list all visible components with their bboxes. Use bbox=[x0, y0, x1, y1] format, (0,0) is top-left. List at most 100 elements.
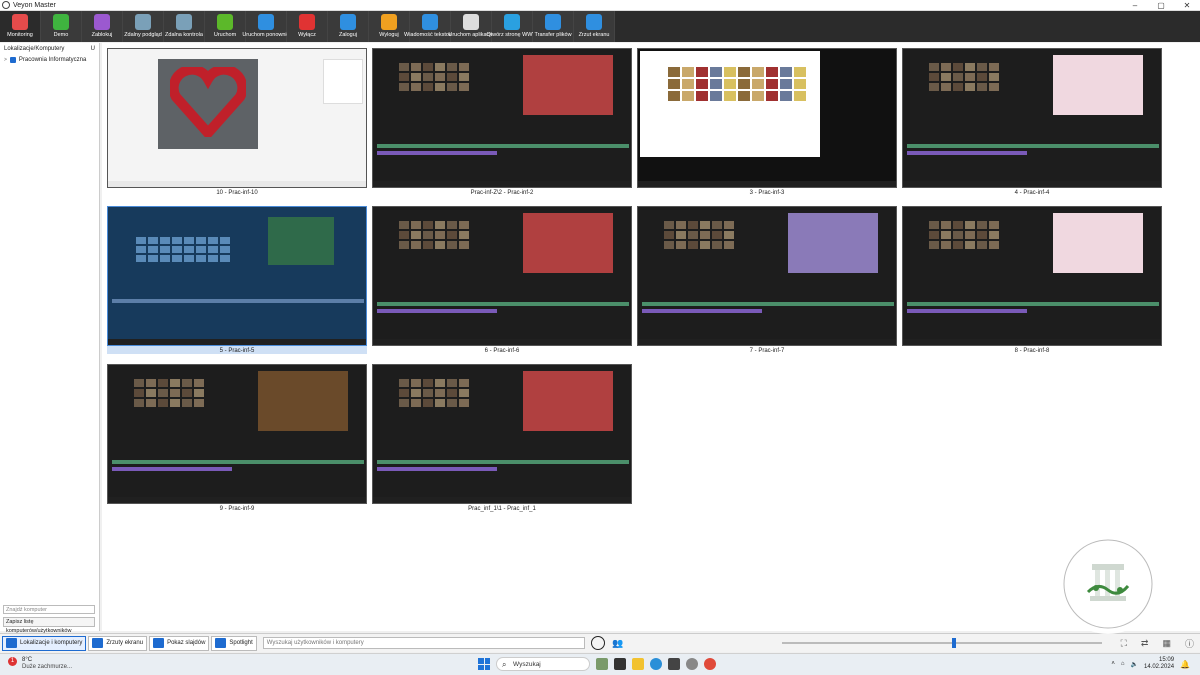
computer-grid: 10 - Prac-inf-10 Prac-inf-Z\2 - Prac-inf-… bbox=[102, 43, 1200, 631]
computer-tile[interactable]: Prac-inf-Z\2 - Prac-inf-2 bbox=[372, 48, 632, 196]
computer-tile[interactable]: 6 - Prac-inf-6 bbox=[372, 206, 632, 354]
lock-icon bbox=[94, 14, 110, 30]
toolbar-button-remote-view[interactable]: Zdalny podgląd bbox=[123, 11, 164, 42]
veyon-taskbar-icon[interactable] bbox=[686, 658, 698, 670]
screenshots-button[interactable]: Zrzuty ekranu bbox=[88, 635, 148, 651]
store-icon[interactable] bbox=[668, 658, 680, 670]
screenshots-label: Zrzuty ekranu bbox=[106, 640, 144, 646]
taskbar-search[interactable]: Wyszukaj bbox=[496, 657, 590, 671]
toolbar-button-label: Uruchom ponownie bbox=[242, 32, 290, 38]
computer-screen-preview[interactable] bbox=[902, 48, 1162, 188]
chrome-icon[interactable] bbox=[704, 658, 716, 670]
arrange-icon[interactable]: ⇄ bbox=[1141, 638, 1149, 649]
zoom-slider-handle[interactable] bbox=[952, 638, 956, 648]
find-computer-input[interactable]: Znajdź komputer bbox=[3, 605, 95, 614]
computer-tile[interactable]: 9 - Prac-inf-9 bbox=[107, 364, 367, 512]
toolbar-button-lock[interactable]: Zablokuj bbox=[82, 11, 123, 42]
weather-widget[interactable]: 1 8°C Duże zachmurze... bbox=[8, 657, 72, 671]
spotlight-button[interactable]: Spotlight bbox=[211, 635, 257, 651]
edge-icon[interactable] bbox=[650, 658, 662, 670]
sidebar-header: Lokalizacje/Komputery U bbox=[0, 43, 99, 55]
file-explorer-icon[interactable] bbox=[632, 658, 644, 670]
toolbar-button-monitoring[interactable]: Monitoring bbox=[0, 11, 41, 42]
slideshow-button[interactable]: Pokaz slajdów bbox=[149, 635, 210, 651]
volume-icon[interactable]: 🔈 bbox=[1131, 661, 1138, 668]
fit-view-icon[interactable]: ⛶ bbox=[1121, 638, 1127, 649]
chevron-right-icon[interactable]: > bbox=[4, 57, 7, 63]
computer-screen-preview[interactable] bbox=[372, 364, 632, 504]
toolbar-button-screenshot[interactable]: Zrzut ekranu bbox=[574, 11, 615, 42]
toolbar-button-login[interactable]: Zaloguj bbox=[328, 11, 369, 42]
toolbar-button-reboot[interactable]: Uruchom ponownie bbox=[242, 11, 290, 42]
checkbox-checked-icon[interactable] bbox=[9, 57, 16, 63]
computer-name: 10 - Prac-inf-10 bbox=[216, 190, 258, 196]
zoom-slider[interactable] bbox=[782, 638, 1102, 648]
computer-tile[interactable]: 5 - Prac-inf-5 bbox=[107, 206, 367, 354]
bottom-bar: Lokalizacje i komputery Zrzuty ekranu Po… bbox=[0, 633, 1200, 652]
computer-tile[interactable]: 4 - Prac-inf-4 bbox=[902, 48, 1162, 196]
notification-bell-icon[interactable]: 🔔 bbox=[1180, 660, 1190, 669]
toolbar-button-website[interactable]: Otwórz stronę WWW bbox=[486, 11, 538, 42]
computer-tile[interactable]: 10 - Prac-inf-10 bbox=[107, 48, 367, 196]
chevron-up-icon[interactable]: ˄ bbox=[1111, 661, 1115, 667]
slideshow-icon bbox=[153, 638, 165, 648]
website-icon bbox=[504, 14, 520, 30]
title-bar: Veyon Master – ▢ ✕ bbox=[0, 0, 1200, 11]
locations-computers-button[interactable]: Lokalizacje i komputery bbox=[2, 635, 87, 651]
close-button[interactable]: ✕ bbox=[1174, 0, 1200, 11]
logout-icon bbox=[381, 14, 397, 30]
run-app-icon bbox=[463, 14, 479, 30]
locations-computers-label: Lokalizacje i komputery bbox=[20, 640, 83, 646]
task-view-icon[interactable] bbox=[614, 658, 626, 670]
culture-center-watermark bbox=[1058, 534, 1158, 634]
monitor-icon bbox=[6, 638, 17, 648]
login-icon bbox=[340, 14, 356, 30]
computer-tile[interactable]: 3 - Prac-inf-3 bbox=[637, 48, 897, 196]
computer-tile[interactable]: 8 - Prac-inf-8 bbox=[902, 206, 1162, 354]
widgets-icon[interactable] bbox=[596, 658, 608, 670]
computer-name: 7 - Prac-inf-7 bbox=[749, 348, 785, 354]
computer-screen-preview[interactable] bbox=[637, 48, 897, 188]
users-icon[interactable]: 👥 bbox=[611, 636, 625, 650]
toolbar-spacer bbox=[615, 11, 1200, 42]
toolbar-button-power-off[interactable]: Wyłącz bbox=[287, 11, 328, 42]
maximize-button[interactable]: ▢ bbox=[1148, 0, 1174, 11]
windows-start-icon[interactable] bbox=[478, 658, 490, 670]
reboot-icon bbox=[258, 14, 274, 30]
tree-item-pracownia[interactable]: > Pracownia Informatyczna bbox=[0, 55, 99, 65]
computer-name: Prac_inf_1\1 - Prac_inf_1 bbox=[468, 506, 536, 512]
computer-name: 3 - Prac-inf-3 bbox=[749, 190, 785, 196]
toolbar-button-power-on[interactable]: Uruchom bbox=[205, 11, 246, 42]
toolbar-button-label: Zrzut ekranu bbox=[578, 32, 610, 38]
user-computer-search-input[interactable]: Wyszukaj użytkowników i komputery bbox=[262, 637, 585, 649]
computer-screen-preview[interactable] bbox=[372, 48, 632, 188]
computer-tile[interactable]: 7 - Prac-inf-7 bbox=[637, 206, 897, 354]
computer-screen-preview[interactable] bbox=[107, 206, 367, 346]
computer-screen-preview[interactable] bbox=[372, 206, 632, 346]
toolbar-button-file-transfer[interactable]: Transfer plików bbox=[533, 11, 574, 42]
computer-name: 4 - Prac-inf-4 bbox=[1014, 190, 1050, 196]
sidebar-header-suffix: U bbox=[90, 46, 95, 52]
toolbar-button-remote-control[interactable]: Zdalna kontrola bbox=[164, 11, 205, 42]
toolbar-button-message[interactable]: Wiadomość tekstowa bbox=[404, 11, 456, 42]
toolbar-button-label: Zdalna kontrola bbox=[165, 32, 203, 38]
toolbar-button-demo[interactable]: Demo bbox=[41, 11, 82, 42]
toolbar-button-label: Uruchom bbox=[213, 32, 237, 38]
computer-screen-preview[interactable] bbox=[107, 364, 367, 504]
grid-view-icon[interactable]: ▦ bbox=[1162, 638, 1171, 649]
info-icon[interactable]: ⓘ bbox=[1185, 637, 1194, 650]
computer-screen-preview[interactable] bbox=[637, 206, 897, 346]
tree-item-label: Pracownia Informatyczna bbox=[18, 57, 87, 63]
computer-screen-preview[interactable] bbox=[902, 206, 1162, 346]
minimize-button[interactable]: – bbox=[1122, 0, 1148, 11]
power-icon[interactable] bbox=[590, 636, 605, 650]
weather-temp: 8°C bbox=[22, 657, 33, 663]
save-list-button[interactable]: Zapisz listę komputerów/użytkowników bbox=[3, 617, 95, 634]
window-controls: – ▢ ✕ bbox=[1122, 0, 1200, 11]
clock[interactable]: 15:09 14.02.2024 bbox=[1144, 657, 1174, 671]
computer-tile[interactable]: Prac_inf_1\1 - Prac_inf_1 bbox=[372, 364, 632, 512]
windows-taskbar: 1 8°C Duże zachmurze... Wyszukaj ˄ ⌂ 🔈 1… bbox=[0, 653, 1200, 675]
network-icon[interactable]: ⌂ bbox=[1121, 661, 1125, 667]
computer-screen-preview[interactable] bbox=[107, 48, 367, 188]
watermark-seal-icon bbox=[1063, 539, 1153, 629]
